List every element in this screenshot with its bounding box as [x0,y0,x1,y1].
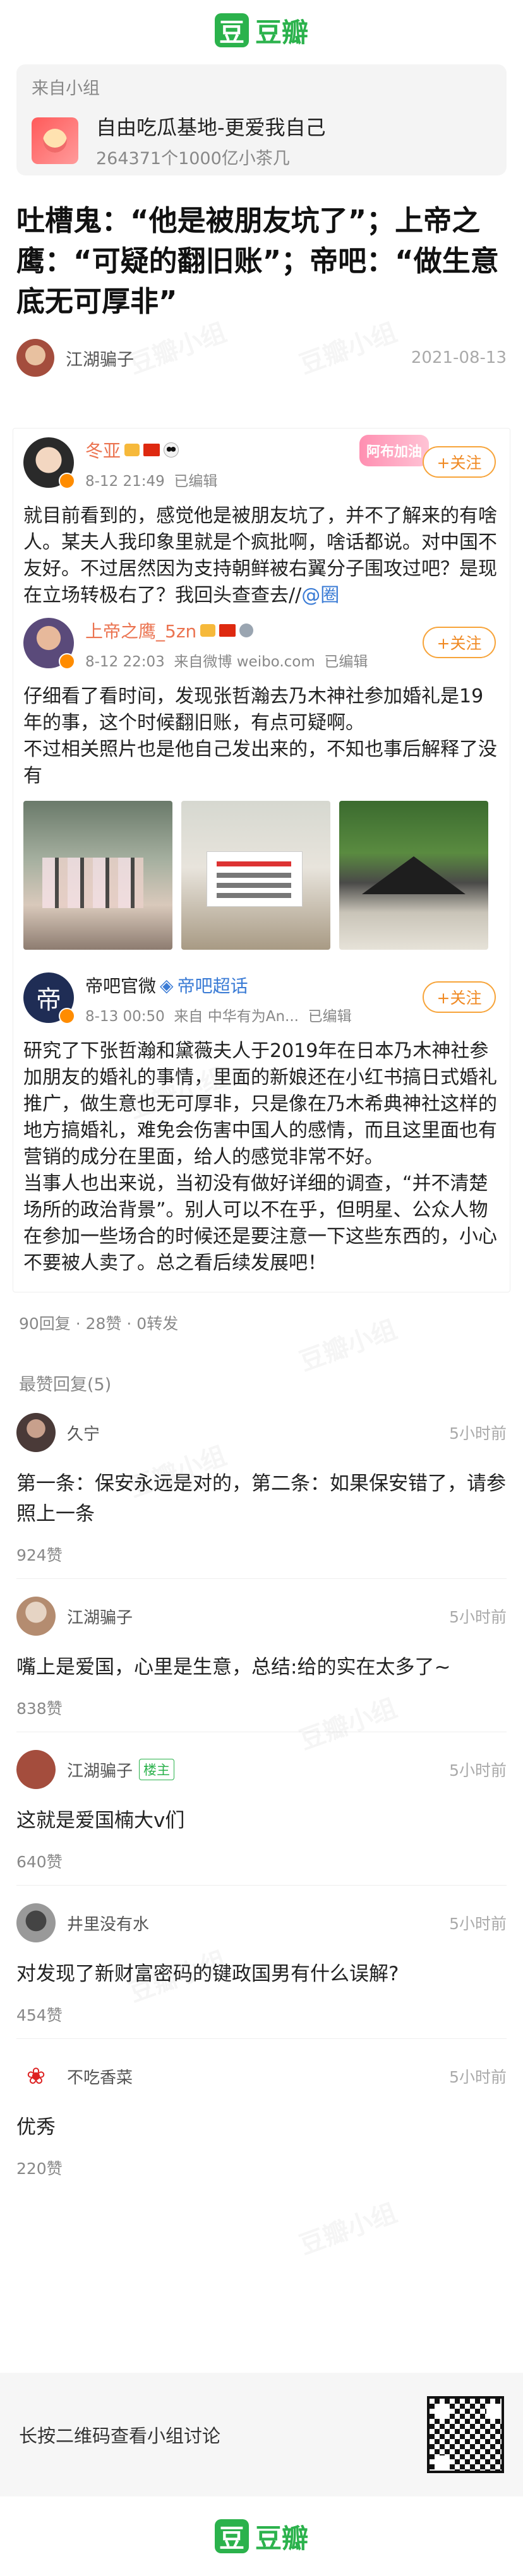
post-date: 2021-08-13 [411,348,507,367]
post-title: 吐槽鬼：“他是被朋友坑了”；上帝之鹰：“可疑的翻旧账”；帝吧：“做生意底无可厚非… [16,204,499,318]
weibo-post-header: 冬亚 8-12 21:49 已编辑 +关注 [23,434,500,503]
comment-time: 5小时前 [449,2068,507,2086]
panda-icon [164,442,179,458]
douban-logo-icon: 豆 [214,2519,249,2553]
weibo-post-header: 上帝之鹰_5zn 8-12 22:03 来自微博 weibo.com 已编辑 +… [23,614,500,683]
china-flag-icon [143,444,160,456]
commenter-name[interactable]: 江湖骗子 [67,1605,133,1628]
comment-text: 这就是爱国楠大v们 [16,1809,185,1832]
weibo-post-header: 帝 帝吧官微 ◈ 帝吧超话 8-13 00:50 来自 中华有为An... 已编… [23,969,500,1038]
comment-time: 5小时前 [449,1915,507,1933]
top-brand-header: 豆 豆瓣 [0,0,523,61]
comment-time: 5小时前 [449,1424,507,1443]
post-author-row: 江湖骗子 2021-08-13 [16,338,507,377]
comment-item: 江湖骗子 楼主 5小时前 这就是爱国楠大v们 640赞 [16,1732,507,1886]
medal-icon [239,623,254,637]
comment-time: 5小时前 [449,1761,507,1780]
weibo-user-name: 上帝之鹰_5zn [85,618,368,643]
weibo-post-body: 就目前看到的，感觉他是被朋友坑了，并不了解来的有啥人。某夫人我印象里就是个疯批啊… [23,505,497,606]
comment-text: 第一条：保安永远是对的，第二条：如果保安错了，请参照上一条 [16,1472,506,1525]
verified-badge-icon [59,473,75,489]
douban-logo-icon: 豆 [214,13,249,47]
author-avatar[interactable] [16,339,54,377]
weibo-avatar: 帝 [23,972,75,1024]
brand-name: 豆瓣 [255,2522,308,2554]
qr-code-icon[interactable] [427,2396,504,2473]
owner-badge: 楼主 [139,1759,175,1780]
crown-icon [124,444,140,456]
verified-badge-icon [59,653,75,670]
comment-text: 优秀 [16,2116,56,2139]
group-name[interactable]: 自由吃瓜基地-更爱我自己 [96,112,326,141]
commenter-name[interactable]: 江湖骗子 [67,1758,133,1781]
follow-button: +关注 [423,627,496,658]
statement-screenshot-photo [181,801,330,950]
weibo-post-meta: 8-12 21:49 已编辑 [85,473,218,490]
weibo-post-meta: 8-12 22:03 来自微博 weibo.com 已编辑 [85,654,368,670]
weibo-photo-grid [23,801,500,950]
qr-code-section: 长按二维码查看小组讨论 [0,2373,523,2496]
comment-likes[interactable]: 640赞 [16,1850,507,1872]
china-flag-icon [219,624,236,637]
comment-likes[interactable]: 454赞 [16,2003,507,2026]
comment-item: 井里没有水 5小时前 对发现了新财富密码的键政国男有什么误解? 454赞 [16,1886,507,2039]
commenter-avatar[interactable] [16,1413,56,1452]
crown-icon [200,624,216,637]
wedding-photo [23,801,172,950]
super-topic-icon: ◈ [160,974,174,996]
weibo-post-meta: 8-13 00:50 来自 中华有为An... 已编辑 [85,1008,352,1025]
rose-icon: ❀ [26,2063,46,2089]
group-member-count: 264371个1000亿小茶几 [96,149,290,168]
top-replies-title: 最赞回复(5) [19,1375,112,1395]
commenter-name[interactable]: 久宁 [67,1421,100,1445]
follow-button: +关注 [423,981,496,1013]
comment-text: 嘴上是爱国，心里是生意，总结:给的实在太多了~ [16,1656,451,1679]
group-card[interactable]: 来自小组 自由吃瓜基地-更爱我自己 264371个1000亿小茶几 [16,64,507,175]
qr-hint-text: 长按二维码查看小组讨论 [19,2425,221,2447]
group-avatar [32,117,78,164]
comment-item: ❀ 不吃香菜 5小时前 优秀 220赞 [16,2039,507,2179]
weibo-post-body: 研究了下张哲瀚和黛薇夫人于2019年在日本乃木神社参加朋友的婚礼的事情，里面的新… [23,1040,497,1274]
commenter-avatar[interactable] [16,1750,56,1789]
comment-item: 久宁 5小时前 第一条：保安永远是对的，第二条：如果保安错了，请参照上一条 92… [16,1395,507,1579]
shrine-photo [339,801,488,950]
commenter-name[interactable]: 井里没有水 [67,1911,149,1935]
follow-button: +关注 [423,446,496,478]
comment-likes[interactable]: 220赞 [16,2156,507,2179]
group-from-label: 来自小组 [32,79,100,98]
watermark: 豆瓣小组 [294,2192,401,2261]
weibo-avatar [23,437,75,489]
commenter-avatar[interactable]: ❀ [16,2057,56,2096]
comment-likes[interactable]: 924赞 [16,1543,507,1566]
comment-item: 江湖骗子 5小时前 嘴上是爱国，心里是生意，总结:给的实在太多了~ 838赞 [16,1579,507,1732]
bottom-brand-footer: 豆 豆瓣 [0,2496,523,2576]
weibo-screenshot: 阿布加油 冬亚 8-12 21:49 已编辑 +关注 就目前看到的，感觉他是被朋… [13,428,510,1292]
brand-name: 豆瓣 [255,16,308,48]
weibo-user-name: 帝吧官微 ◈ 帝吧超话 [85,974,248,997]
verified-badge-icon [59,1008,75,1024]
weibo-post-body: 仔细看了看时间，发现张哲瀚去乃木神社参加婚礼是19年的事，这个时候翻旧账，有点可… [23,685,497,787]
author-name[interactable]: 江湖骗子 [66,346,134,370]
comment-likes[interactable]: 838赞 [16,1696,507,1719]
comment-time: 5小时前 [449,1608,507,1626]
post-stats: 90回复 · 28赞 · 0转发 [19,1315,179,1333]
comment-text: 对发现了新财富密码的键政国男有什么误解? [16,1963,399,1985]
weibo-user-name: 冬亚 [85,437,217,463]
weibo-avatar [23,618,75,670]
commenter-name[interactable]: 不吃香菜 [67,2065,133,2088]
commenter-avatar[interactable] [16,1597,56,1636]
commenter-avatar[interactable] [16,1903,56,1942]
